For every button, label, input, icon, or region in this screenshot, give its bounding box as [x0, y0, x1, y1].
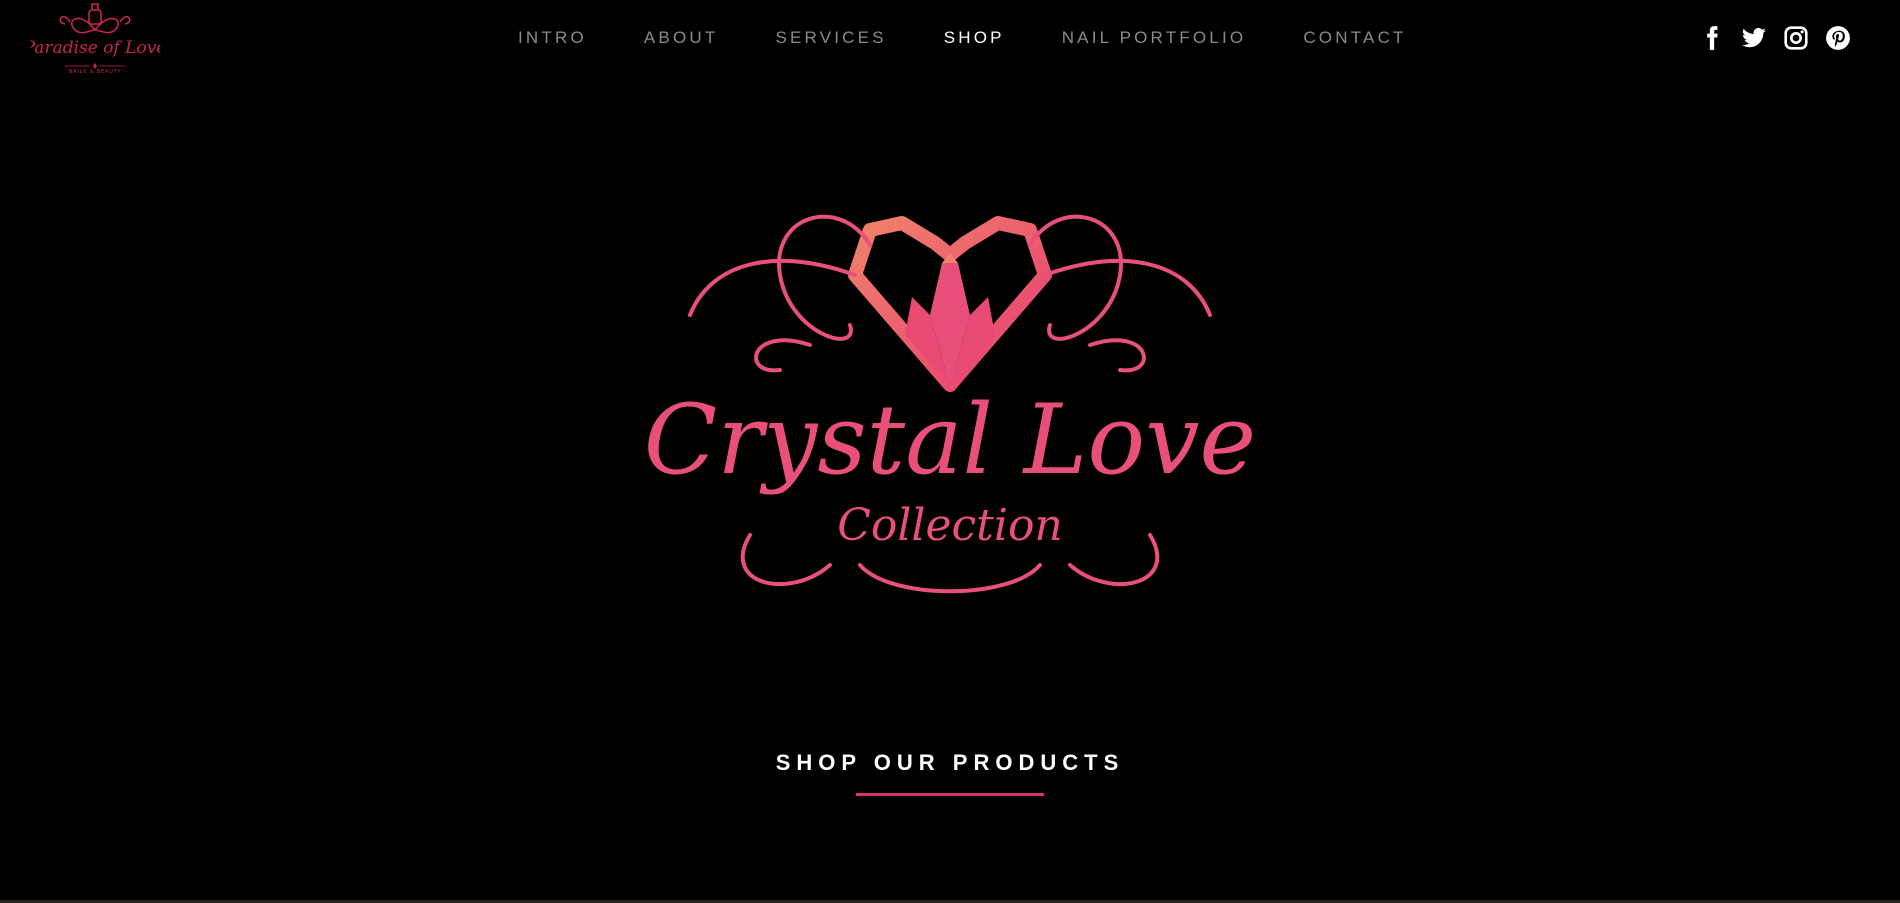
- brand-logo-subtext: NAILS & BEAUTY: [69, 69, 122, 75]
- logo-subtitle: Collection: [837, 500, 1063, 551]
- facebook-icon[interactable]: [1698, 24, 1726, 52]
- main-nav: INTRO ABOUT SERVICES SHOP NAIL PORTFOLIO…: [518, 26, 1464, 50]
- nav-item-intro[interactable]: INTRO: [518, 26, 587, 50]
- logo-title: Crystal Love: [644, 384, 1256, 496]
- heart-gem-icon: [848, 216, 1052, 392]
- nav-item-services[interactable]: SERVICES: [775, 26, 886, 50]
- social-links: [1684, 24, 1852, 52]
- site-header: Paradise of Love NAILS & BEAUTY INTRO AB…: [0, 0, 1900, 78]
- section-title: SHOP OUR PRODUCTS: [775, 750, 1125, 776]
- brand-logo[interactable]: Paradise of Love NAILS & BEAUTY: [30, 0, 160, 78]
- twitter-icon[interactable]: [1740, 24, 1768, 52]
- nav-item-nail-portfolio[interactable]: NAIL PORTFOLIO: [1062, 26, 1247, 50]
- brand-logo-graphic: Paradise of Love NAILS & BEAUTY: [30, 3, 160, 75]
- crystal-love-logo: Crystal Love Collection: [630, 205, 1270, 605]
- section-divider: [856, 793, 1044, 796]
- nav-item-shop[interactable]: SHOP: [944, 26, 1005, 50]
- nav-item-contact[interactable]: CONTACT: [1303, 26, 1406, 50]
- instagram-icon[interactable]: [1782, 24, 1810, 52]
- page: Paradise of Love NAILS & BEAUTY INTRO AB…: [0, 0, 1900, 903]
- nav-item-about[interactable]: ABOUT: [644, 26, 719, 50]
- pinterest-icon[interactable]: [1824, 24, 1852, 52]
- brand-logo-text: Paradise of Love: [30, 38, 160, 58]
